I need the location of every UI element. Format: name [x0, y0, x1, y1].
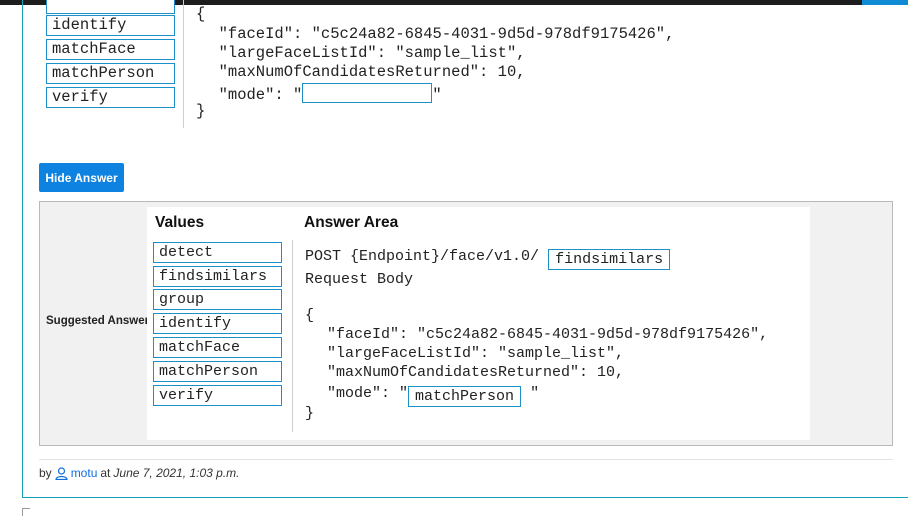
mode-selected: matchPerson — [408, 386, 522, 407]
answer-image: Values Answer Area detect findsimilars g… — [147, 207, 810, 440]
values-heading: Values — [155, 214, 205, 231]
suggested-answer-label: Suggested Answer: — [46, 315, 153, 327]
answer-mode-line: "mode": " matchPerson " — [309, 384, 539, 407]
question-code-line: "faceId": "c5c24a82-6845-4031-9d5d-978df… — [200, 25, 675, 43]
post-line: POST {Endpoint}/face/v1.0/ findsimilars — [305, 247, 671, 270]
endpoint-selected: findsimilars — [548, 249, 671, 270]
question-mode-line: "mode": " " — [200, 83, 442, 105]
question-divider — [183, 0, 184, 128]
divider-line — [39, 459, 893, 460]
question-image: identify matchFace matchPerson verify { … — [46, 0, 766, 130]
question-code-line: "largeFaceListId": "sample_list", — [200, 44, 526, 62]
user-icon — [55, 466, 68, 480]
byline: by motu at June 7, 2021, 1:03 p.m. — [39, 466, 239, 480]
answer-value: matchFace — [153, 337, 282, 358]
answer-divider — [292, 240, 293, 432]
answer-code-line: "largeFaceListId": "sample_list", — [309, 345, 625, 362]
answer-value: group — [153, 289, 282, 310]
question-code-line: } — [196, 102, 206, 120]
post-prefix: POST {Endpoint}/face/v1.0/ — [305, 248, 540, 265]
answer-code-line: } — [305, 405, 315, 422]
question-value: identify — [46, 15, 175, 36]
next-item-corner — [22, 508, 30, 516]
answer-code-line: "maxNumOfCandidatesReturned": 10, — [309, 364, 625, 381]
question-value: verify — [46, 87, 175, 108]
question-value: matchFace — [46, 39, 175, 60]
user-link[interactable]: motu — [71, 466, 98, 480]
question-code-line: { — [196, 5, 206, 23]
answer-code-line: "faceId": "c5c24a82-6845-4031-9d5d-978df… — [309, 326, 769, 343]
mode-dropdown-blank[interactable] — [302, 83, 433, 103]
question-code-line: "maxNumOfCandidatesReturned": 10, — [200, 63, 526, 81]
post-date: June 7, 2021, 1:03 p.m. — [113, 466, 240, 480]
request-body-label: Request Body — [305, 271, 414, 288]
byline-at: at — [100, 466, 111, 480]
answer-value: findsimilars — [153, 266, 282, 287]
answer-value: identify — [153, 313, 282, 334]
question-value-cropped — [46, 0, 175, 14]
question-mode-text: "mode": " — [200, 86, 303, 104]
answer-mode-suffix: " — [530, 385, 540, 402]
answer-value: matchPerson — [153, 361, 282, 382]
question-mode-suffix: " — [432, 86, 442, 104]
answer-code-line: { — [305, 307, 315, 324]
answer-value: detect — [153, 242, 282, 263]
answer-mode-text: "mode": " — [309, 385, 409, 402]
byline-by: by — [39, 466, 52, 480]
question-value: matchPerson — [46, 63, 175, 84]
answer-area-heading: Answer Area — [304, 214, 399, 231]
answer-value: verify — [153, 385, 282, 406]
hide-answer-button[interactable]: Hide Answer — [39, 163, 124, 192]
suggested-answer-box: Suggested Answer: Values Answer Area det… — [39, 201, 893, 446]
